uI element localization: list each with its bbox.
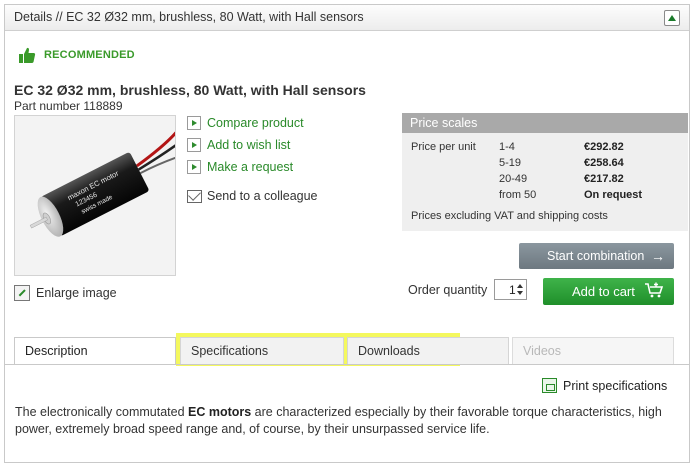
send-to-colleague-label: Send to a colleague [207,189,318,203]
printer-icon [542,378,557,393]
panel-title: Details // EC 32 Ø32 mm, brushless, 80 W… [14,10,364,24]
tab-description-label: Description [25,344,88,358]
part-number: Part number 118889 [14,99,123,113]
arrow-right-icon: → [651,248,665,264]
add-to-wishlist-label: Add to wish list [207,138,291,152]
play-arrow-icon [187,116,201,130]
tab-videos-label: Videos [523,344,561,358]
compare-product-link[interactable]: Compare product [187,115,304,131]
print-specifications-link[interactable]: Print specifications [542,378,667,393]
recommended-badge: RECOMMENDED [18,46,135,64]
start-combination-label: Start combination [547,249,645,263]
add-to-cart-label: Add to cart [572,284,635,299]
enlarge-icon [14,285,30,301]
play-arrow-icon [187,138,201,152]
price-range: 20-49 [499,173,528,185]
play-arrow-icon [187,160,201,174]
envelope-icon [187,189,202,203]
tab-downloads-label: Downloads [358,344,420,358]
product-image[interactable]: maxon EC motor 123456 swiss made [14,115,176,276]
add-to-wishlist-link[interactable]: Add to wish list [187,137,304,153]
price-note: Prices excluding VAT and shipping costs [411,210,608,222]
spinner-arrows-icon[interactable] [516,282,524,297]
send-to-colleague-link[interactable]: Send to a colleague [187,189,318,203]
description-part1: The electronically commutated [15,405,188,419]
price-per-unit-label: Price per unit [411,141,476,153]
price-scales-panel: Price scales Price per unit 1-4 €292.82 … [402,113,688,231]
product-actions: Compare product Add to wish list Make a … [187,115,304,181]
collapse-button[interactable] [664,10,680,26]
product-title: EC 32 Ø32 mm, brushless, 80 Watt, with H… [14,82,366,98]
price-range: from 50 [499,189,537,201]
print-specifications-label: Print specifications [563,378,668,393]
panel-header: Details // EC 32 Ø32 mm, brushless, 80 W… [5,5,689,31]
detail-tabs: Description Specifications Downloads Vid… [14,337,674,365]
motor-image: maxon EC motor 123456 swiss made [15,116,175,275]
quantity-stepper[interactable]: 1 [494,279,527,300]
tab-specifications[interactable]: Specifications [180,337,344,365]
tab-divider [4,364,690,365]
cart-plus-icon [645,282,664,298]
enlarge-image-link[interactable]: Enlarge image [14,285,117,301]
tab-description[interactable]: Description [14,337,176,365]
recommended-label: RECOMMENDED [44,49,135,61]
compare-product-label: Compare product [207,116,304,130]
make-request-label: Make a request [207,160,294,174]
tab-downloads[interactable]: Downloads [347,337,509,365]
price-value: €217.82 [584,173,624,185]
tab-specifications-label: Specifications [191,344,269,358]
price-value: €258.64 [584,157,624,169]
price-range: 1-4 [499,141,515,153]
price-value: On request [584,189,643,201]
price-scales-header: Price scales [402,113,688,133]
start-combination-button[interactable]: Start combination → [519,243,674,269]
tab-videos: Videos [512,337,674,365]
description-text: The electronically commutated EC motors … [15,404,675,437]
price-range: 5-19 [499,157,522,169]
description-bold: EC motors [188,405,252,419]
thumbs-up-icon [19,47,36,63]
make-request-link[interactable]: Make a request [187,159,304,175]
quantity-value: 1 [509,283,516,297]
order-quantity-label: Order quantity [408,283,488,297]
price-value: €292.82 [584,141,624,153]
enlarge-label: Enlarge image [36,286,117,300]
add-to-cart-button[interactable]: Add to cart [543,278,674,305]
